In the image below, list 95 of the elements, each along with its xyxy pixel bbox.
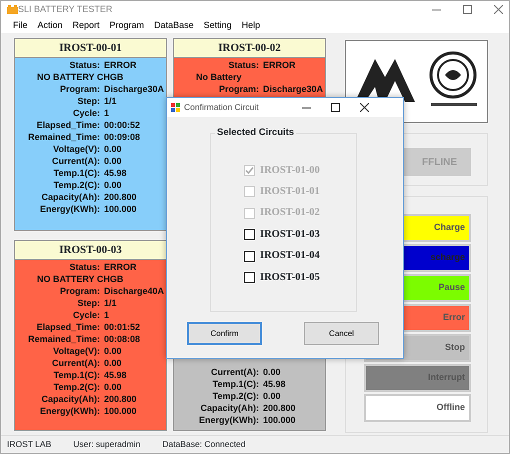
battery-icon: [7, 5, 18, 14]
field-value: 45.98: [104, 369, 127, 381]
field-label: Elapsed_Time:: [36, 119, 100, 131]
field-label: Capacity(Ah):: [40, 393, 100, 405]
field-value: 0.00: [104, 381, 122, 393]
field-value: 0.00: [263, 390, 281, 402]
status-text: DataBase: Connected: [162, 438, 246, 451]
field-label: Temp.2(C):: [52, 179, 100, 191]
field-value: 45.98: [104, 167, 127, 179]
checkbox-label: IROST-01-00: [260, 164, 320, 178]
field-value: 1/1: [104, 297, 117, 309]
field-label: Temp.1(C):: [52, 167, 100, 179]
field-label: Temp.1(C):: [212, 378, 259, 390]
field-value: 100.000: [104, 203, 137, 215]
field-label: Step:: [76, 297, 100, 309]
status-message: NO BATTERY CHGB: [37, 273, 124, 285]
field-value: 00:08:08: [104, 333, 140, 345]
field-label: Voltage(V):: [52, 345, 100, 357]
field-value: 1: [104, 107, 110, 119]
circuit-title: IROST-00-01: [15, 39, 166, 58]
field-value: 200.800: [263, 402, 296, 414]
field-label: Cycle:: [72, 309, 100, 321]
field-value: 200.800: [104, 393, 137, 405]
field-label: Current(A):: [51, 357, 100, 369]
field-label: Program:: [58, 285, 100, 297]
field-value: 0.00: [263, 366, 281, 378]
field-value: 45.98: [263, 378, 286, 390]
field-label: Energy(KWh):: [39, 405, 100, 417]
menu-item[interactable]: File: [13, 18, 28, 32]
checkbox[interactable]: [244, 250, 255, 262]
field-value: 1: [104, 309, 110, 321]
checkbox[interactable]: [244, 272, 255, 283]
checkbox-label: IROST-01-05: [260, 270, 320, 285]
field-value: ERROR: [104, 261, 137, 273]
menu-item[interactable]: Program: [110, 18, 144, 32]
field-label: Current(A):: [51, 155, 100, 167]
field-value: 0.00: [104, 155, 122, 167]
field-value: Discharge30A: [263, 83, 324, 95]
field-value: ERROR: [104, 59, 137, 71]
field-value: 00:00:52: [104, 119, 140, 131]
field-value: Discharge30A: [104, 83, 164, 95]
field-label: Status:: [68, 59, 100, 71]
field-label: Temp.1(C):: [52, 369, 100, 381]
field-label: Capacity(Ah):: [40, 191, 100, 203]
field-label: Temp.2(C):: [212, 390, 259, 402]
field-value: 0.00: [104, 179, 122, 191]
field-label: Cycle:: [72, 107, 100, 119]
field-label: Current(A):: [210, 366, 259, 378]
dialog-button[interactable]: Cancel: [304, 322, 379, 345]
field-value: 100.000: [263, 414, 296, 426]
status-message: No Battery: [196, 71, 242, 83]
checkbox-label: IROST-01-02: [260, 206, 320, 220]
field-label: Capacity(Ah):: [199, 402, 259, 414]
field-value: 00:01:52: [104, 321, 140, 333]
field-value: ERROR: [263, 59, 296, 71]
field-label: Energy(KWh):: [39, 203, 100, 215]
menu-item[interactable]: DataBase: [154, 18, 194, 32]
circuit-title: IROST-00-02: [174, 39, 325, 58]
field-label: Program:: [58, 83, 100, 95]
menu-item[interactable]: Action: [38, 18, 63, 32]
checkbox-label: IROST-01-03: [260, 228, 320, 242]
field-label: Program:: [218, 83, 259, 95]
field-value: 0.00: [104, 143, 122, 155]
field-value: Discharge40A: [104, 285, 164, 297]
checkbox[interactable]: [244, 229, 255, 240]
status-message: NO BATTERY CHGB: [37, 71, 124, 83]
field-label: Temp.2(C):: [52, 381, 100, 393]
field-label: Elapsed_Time:: [36, 321, 100, 333]
field-value: 100.000: [104, 405, 137, 417]
menu-item[interactable]: Help: [242, 18, 260, 32]
status-text: IROST LAB: [7, 438, 52, 451]
field-label: Step:: [76, 95, 100, 107]
status-text: User: superadmin: [73, 438, 140, 451]
checkbox-label: IROST-01-04: [260, 249, 320, 264]
field-value: 00:09:08: [104, 131, 140, 143]
circuit-title: IROST-00-03: [15, 241, 166, 260]
field-value: 0.00: [104, 357, 122, 369]
dialog-title: Confirmation Circuit: [184, 101, 259, 114]
field-label: Voltage(V):: [52, 143, 100, 155]
menu-item[interactable]: Setting: [204, 18, 232, 32]
maximize-icon[interactable]: [331, 103, 340, 112]
field-label: Remained_Time:: [27, 131, 100, 143]
window-title: SLI BATTERY TESTER: [18, 2, 112, 16]
dialog-button[interactable]: Confirm: [187, 322, 262, 345]
field-label: Energy(KWh):: [198, 414, 259, 426]
field-value: 1/1: [104, 95, 117, 107]
app-icon: [171, 103, 180, 112]
field-label: Status:: [68, 261, 100, 273]
field-value: 0.00: [104, 345, 122, 357]
field-value: 200.800: [104, 191, 137, 203]
field-label: Remained_Time:: [27, 333, 100, 345]
menu-item[interactable]: Report: [72, 18, 100, 32]
field-label: Status:: [227, 59, 259, 71]
checkbox-label: IROST-01-01: [260, 185, 320, 200]
close-icon[interactable]: [360, 103, 369, 112]
